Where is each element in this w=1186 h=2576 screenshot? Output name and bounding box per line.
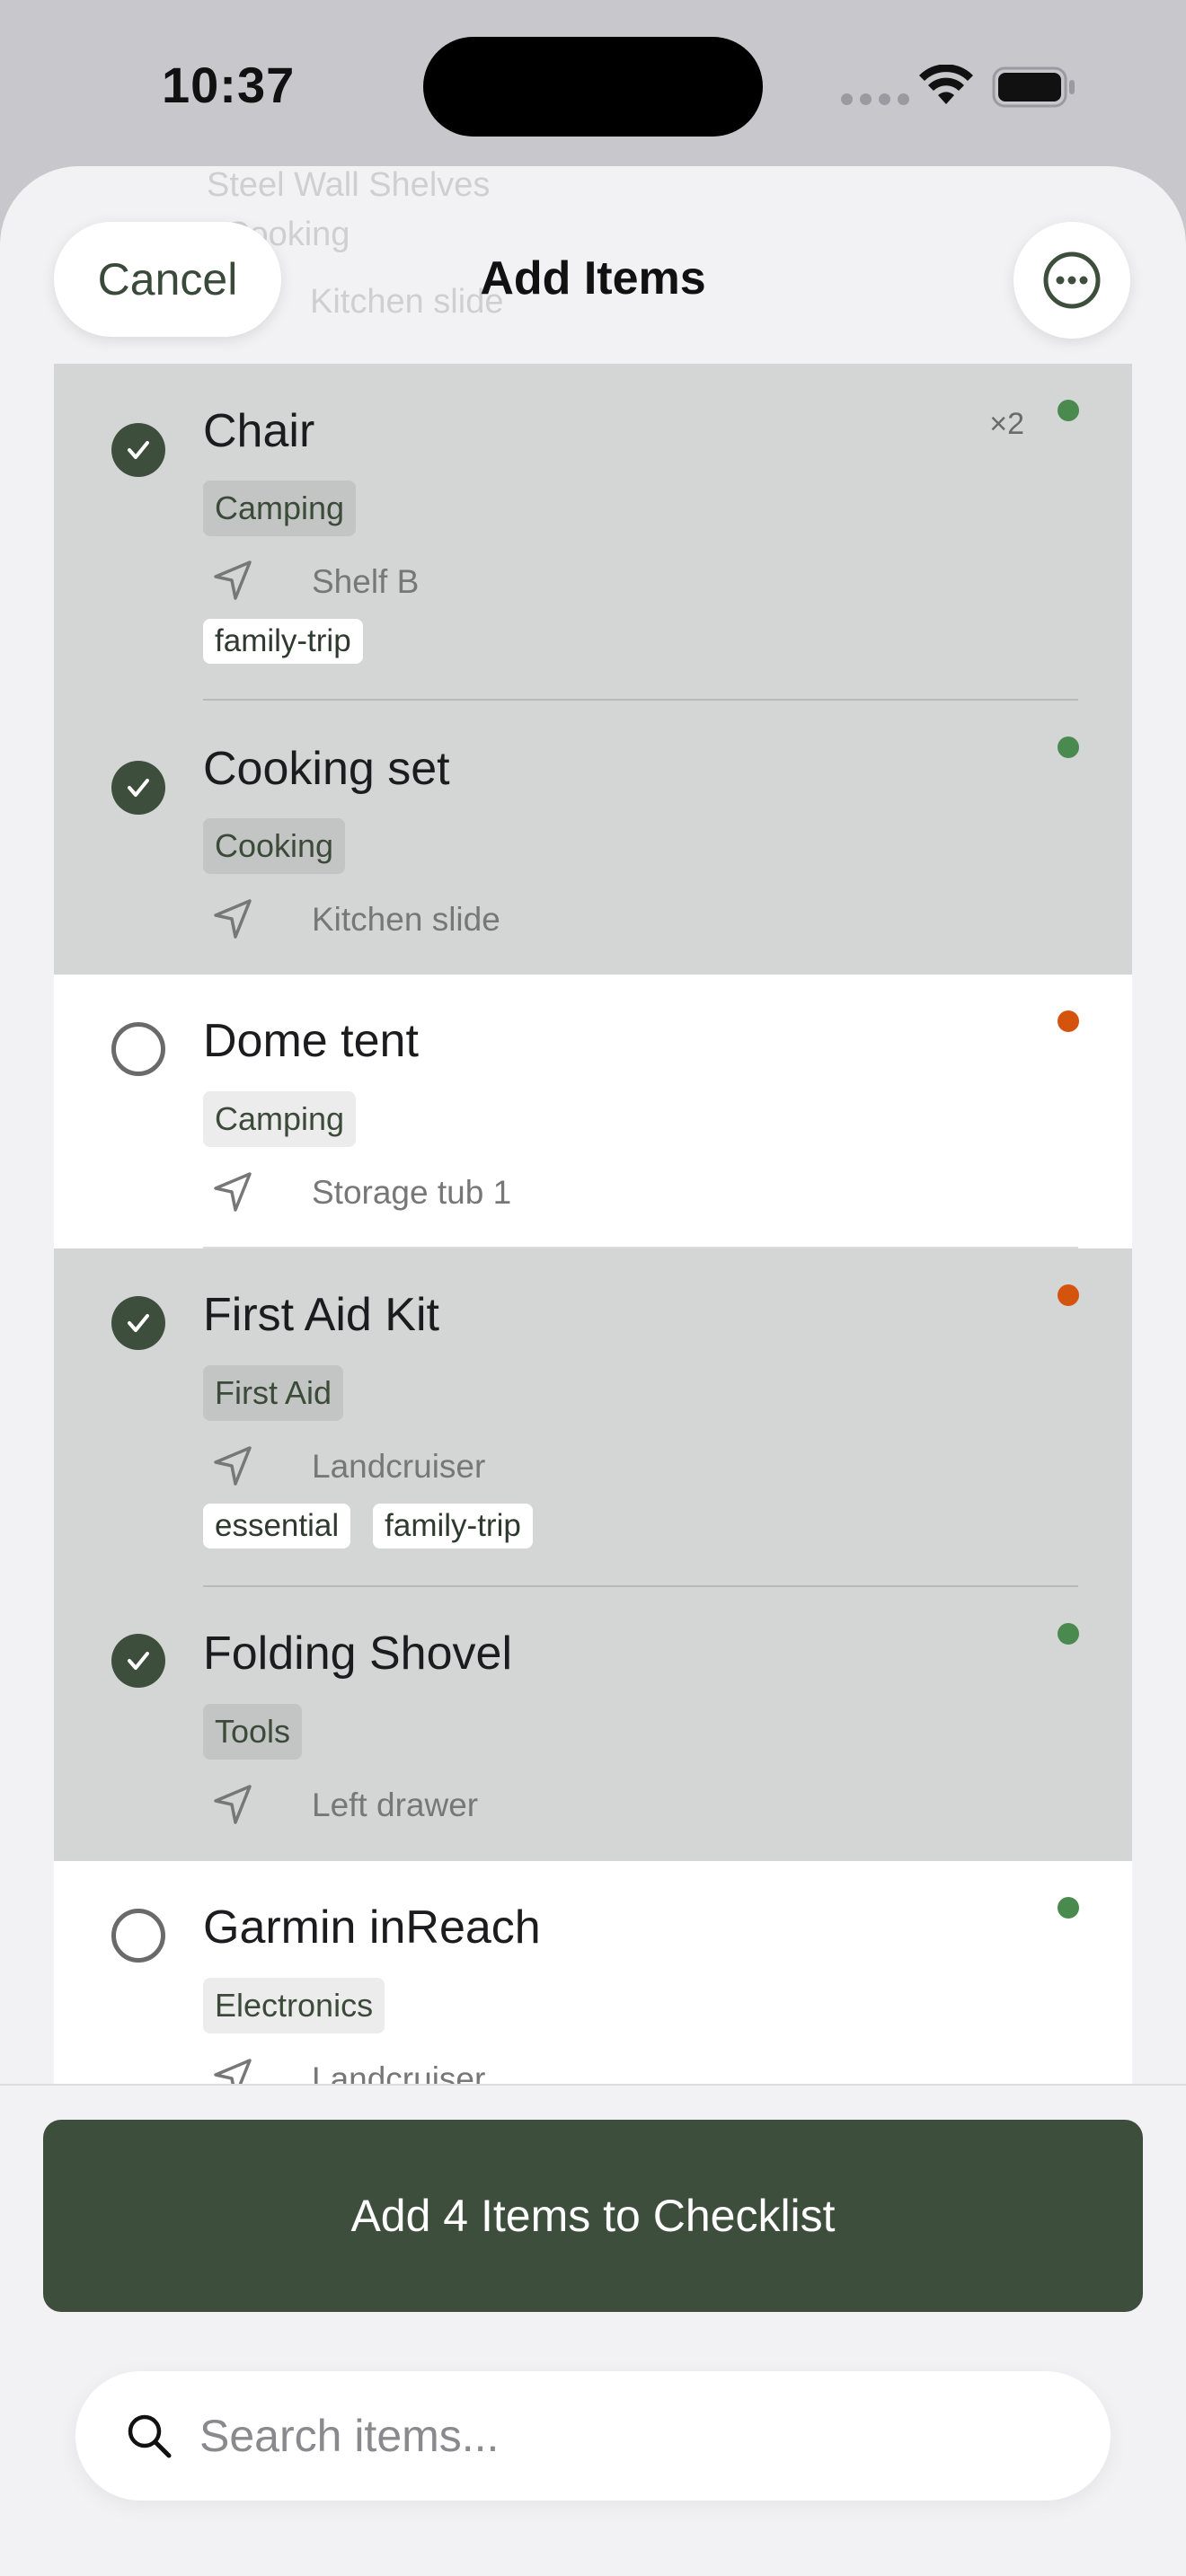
bottom-action-area: Add 4 Items to Checklist bbox=[0, 2084, 1186, 2576]
empty-circle-icon[interactable] bbox=[111, 1909, 165, 1963]
list-item[interactable]: Dome tent Camping Storage tub 1 bbox=[54, 975, 1132, 1248]
status-bar: 10:37 bbox=[0, 0, 1186, 171]
category-chip: Electronics bbox=[203, 1978, 385, 2033]
list-item[interactable]: Cooking set Cooking Kitchen slide bbox=[54, 701, 1132, 975]
item-location: Kitchen slide bbox=[312, 901, 500, 938]
empty-circle-icon[interactable] bbox=[111, 1022, 165, 1076]
ellipsis-circle-icon bbox=[1043, 251, 1101, 309]
item-name: Cooking set bbox=[203, 743, 450, 795]
location-arrow-icon bbox=[214, 560, 252, 600]
status-time: 10:37 bbox=[162, 57, 296, 113]
tags-row: family-trip bbox=[203, 619, 363, 664]
list-item[interactable]: Chair ×2 Camping Shelf B family-trip bbox=[54, 364, 1132, 701]
search-input[interactable] bbox=[199, 2398, 1062, 2474]
status-dot bbox=[1058, 737, 1079, 758]
search-bar[interactable] bbox=[75, 2371, 1111, 2501]
tag-chip: family-trip bbox=[203, 619, 363, 664]
item-name: Chair bbox=[203, 405, 315, 457]
checkmark-circle-icon[interactable] bbox=[111, 1296, 165, 1350]
add-to-checklist-button[interactable]: Add 4 Items to Checklist bbox=[43, 2120, 1143, 2312]
status-dot bbox=[1058, 400, 1079, 421]
items-list[interactable]: Chair ×2 Camping Shelf B family-trip Coo… bbox=[54, 364, 1132, 2104]
category-chip: Cooking bbox=[203, 818, 346, 874]
list-item[interactable]: First Aid Kit First Aid Landcruiser esse… bbox=[54, 1248, 1132, 1587]
status-dot bbox=[1058, 1284, 1079, 1306]
item-quantity: ×2 bbox=[989, 407, 1024, 441]
item-location: Left drawer bbox=[312, 1786, 479, 1823]
sheet-title: Add Items bbox=[480, 252, 706, 304]
tags-row: essential family-trip bbox=[203, 1504, 533, 1548]
location-arrow-icon bbox=[214, 1446, 252, 1486]
location-arrow-icon bbox=[214, 1785, 252, 1824]
cellular-signal-icon bbox=[841, 93, 909, 105]
location-arrow-icon bbox=[214, 899, 252, 939]
item-location: Shelf B bbox=[312, 563, 420, 600]
wifi-icon bbox=[919, 65, 973, 104]
status-dot bbox=[1058, 1010, 1079, 1032]
dynamic-island bbox=[423, 37, 763, 137]
tag-chip: family-trip bbox=[373, 1504, 533, 1548]
item-name: Garmin inReach bbox=[203, 1901, 541, 1954]
category-chip: Tools bbox=[203, 1704, 303, 1760]
category-chip: First Aid bbox=[203, 1365, 344, 1421]
ghost-row: Steel Wall Shelves bbox=[207, 166, 491, 204]
battery-icon bbox=[992, 66, 1075, 108]
item-name: Folding Shovel bbox=[203, 1628, 512, 1680]
category-chip: Camping bbox=[203, 1091, 357, 1147]
status-dot bbox=[1058, 1897, 1079, 1919]
tag-chip: essential bbox=[203, 1504, 351, 1548]
location-arrow-icon bbox=[214, 1172, 252, 1212]
more-options-button[interactable] bbox=[1013, 222, 1130, 339]
list-item[interactable]: Folding Shovel Tools Left drawer bbox=[54, 1587, 1132, 1861]
item-location: Storage tub 1 bbox=[312, 1174, 512, 1211]
checkmark-circle-icon[interactable] bbox=[111, 761, 165, 815]
category-chip: Camping bbox=[203, 481, 357, 536]
status-dot bbox=[1058, 1623, 1079, 1645]
checkmark-circle-icon[interactable] bbox=[111, 423, 165, 477]
list-item[interactable]: Garmin inReach Electronics Landcruiser bbox=[54, 1861, 1132, 2104]
checkmark-circle-icon[interactable] bbox=[111, 1634, 165, 1688]
item-name: Dome tent bbox=[203, 1015, 419, 1067]
search-icon bbox=[128, 2414, 172, 2458]
item-location: Landcruiser bbox=[312, 1448, 486, 1485]
item-name: First Aid Kit bbox=[203, 1289, 439, 1341]
